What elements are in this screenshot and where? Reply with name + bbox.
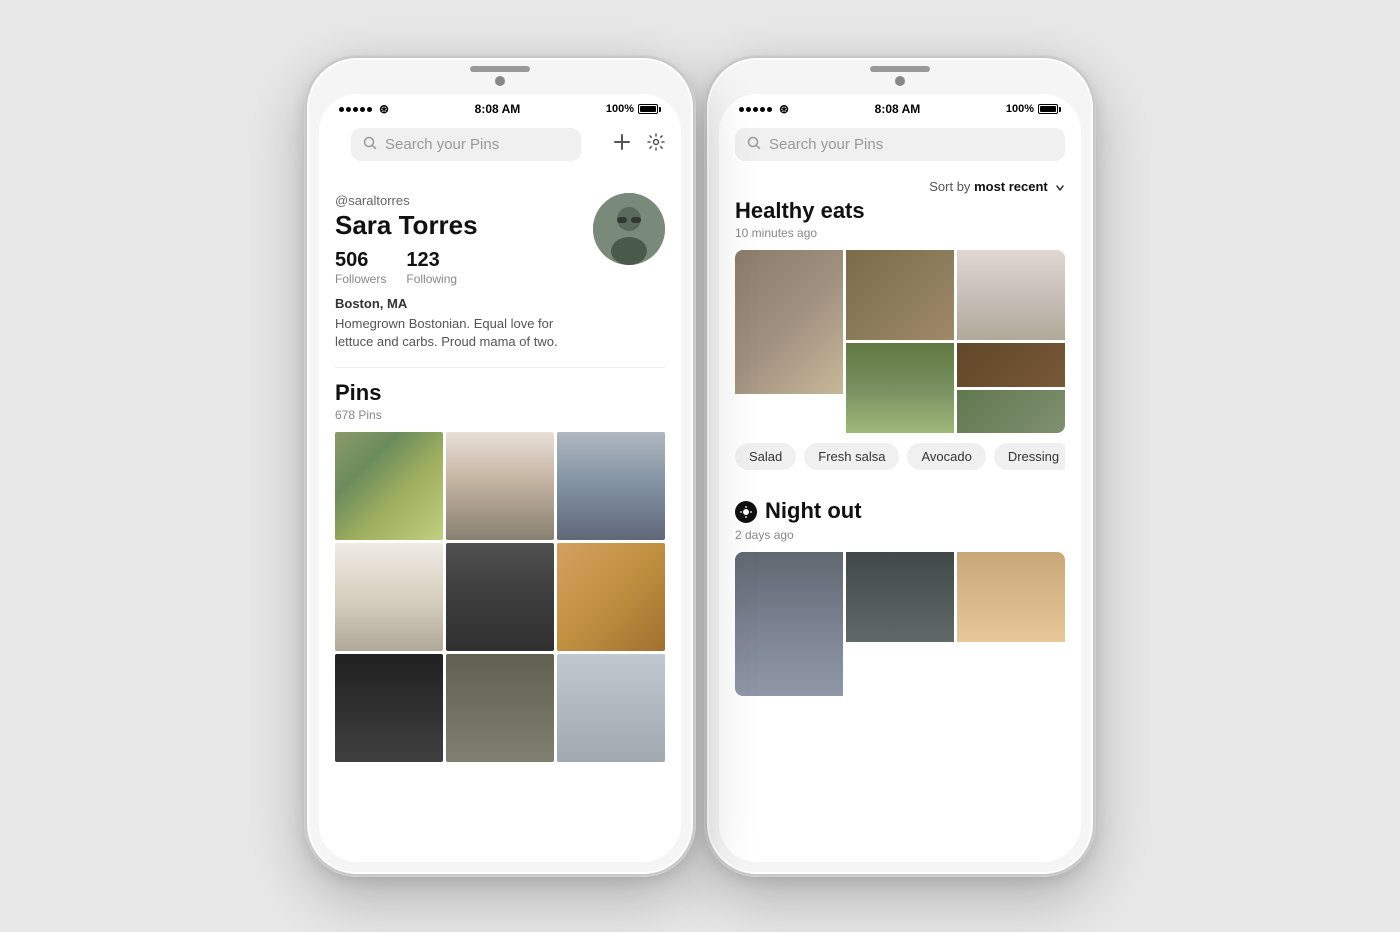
wifi-icon-2: ⊛ [779, 102, 789, 116]
night-img-1[interactable] [735, 552, 843, 696]
board-img-2[interactable] [846, 250, 954, 340]
status-bar-1: ⊛ 8:08 AM 100% [319, 94, 681, 120]
tag-salad[interactable]: Salad [735, 443, 796, 470]
battery-2: 100% [1006, 103, 1061, 115]
speaker-2 [870, 66, 930, 72]
board-2-time: 2 days ago [735, 528, 1065, 542]
battery-icon-2 [1038, 104, 1061, 114]
board-img-4[interactable] [846, 343, 954, 433]
user-handle: @saraltorres [335, 193, 593, 208]
battery-icon-1 [638, 104, 661, 114]
search-bar-2[interactable]: Search your Pins [735, 128, 1065, 161]
settings-button-1[interactable] [647, 133, 665, 157]
search-placeholder-2: Search your Pins [769, 136, 883, 153]
sort-label: Sort by most recent [929, 179, 1065, 194]
camera-2 [895, 76, 905, 86]
bio: Homegrown Bostonian. Equal love for lett… [335, 315, 593, 351]
pin-cell-4[interactable] [335, 543, 443, 651]
screen-2: ⊛ 8:08 AM 100% [719, 94, 1081, 862]
location: Boston, MA [335, 296, 593, 311]
pin-cell-6[interactable] [557, 543, 665, 651]
time-1: 8:08 AM [475, 102, 521, 116]
camera-1 [495, 76, 505, 86]
pin-cell-9[interactable] [557, 654, 665, 762]
full-name: Sara Torres [335, 210, 593, 241]
night-img-3[interactable] [957, 552, 1065, 642]
tag-fresh-salsa[interactable]: Fresh salsa [804, 443, 899, 470]
search-placeholder-1: Search your Pins [385, 136, 499, 153]
board-1-title[interactable]: Healthy eats [735, 198, 1065, 224]
board-1: Healthy eats 10 minutes ago [719, 198, 1081, 498]
night-title-row: Night out [735, 498, 1065, 526]
phones-container: ⊛ 8:08 AM 100% [305, 56, 1095, 876]
board-2-title[interactable]: Night out [765, 498, 862, 524]
status-left-2: ⊛ [739, 102, 789, 116]
phone-2: ⊛ 8:08 AM 100% [705, 56, 1095, 876]
profile-header: @saraltorres Sara Torres 506 Followers 1… [335, 193, 665, 351]
phone-1: ⊛ 8:08 AM 100% [305, 56, 695, 876]
night-img-2[interactable] [846, 552, 954, 642]
board-img-56[interactable] [957, 343, 1065, 433]
screen-1: ⊛ 8:08 AM 100% [319, 94, 681, 862]
board-1-time: 10 minutes ago [735, 226, 1065, 240]
board-img-1[interactable] [735, 250, 843, 394]
pin-cell-5[interactable] [446, 543, 554, 651]
pins-grid [335, 432, 665, 762]
speaker-1 [470, 66, 530, 72]
toolbar-1: Search your Pins [319, 120, 681, 177]
add-button-1[interactable] [613, 133, 631, 157]
avatar [593, 193, 665, 265]
board-2: Night out 2 days ago [719, 498, 1081, 722]
search-icon-2 [747, 136, 761, 153]
tag-dressing[interactable]: Dressing [994, 443, 1065, 470]
status-left-1: ⊛ [339, 102, 389, 116]
search-wrapper-2: Search your Pins [719, 120, 1081, 169]
phone-top-2 [707, 58, 1093, 86]
pin-cell-7[interactable] [335, 654, 443, 762]
sort-bar: Sort by most recent [719, 169, 1081, 198]
status-bar-2: ⊛ 8:08 AM 100% [719, 94, 1081, 120]
signal-2 [739, 107, 772, 112]
pin-cell-3[interactable] [557, 432, 665, 540]
time-2: 8:08 AM [875, 102, 921, 116]
search-icon-1 [363, 136, 377, 153]
followers-stat: 506 Followers [335, 249, 386, 286]
sort-value[interactable]: most recent [974, 179, 1048, 194]
battery-1: 100% [606, 103, 661, 115]
pin-cell-8[interactable] [446, 654, 554, 762]
divider-1 [335, 367, 665, 368]
profile-info: @saraltorres Sara Torres 506 Followers 1… [335, 193, 593, 351]
board-2-grid [735, 552, 1065, 696]
board-img-3[interactable] [957, 250, 1065, 340]
pins-title: Pins [335, 380, 665, 406]
night-icon [735, 501, 757, 523]
pin-cell-1[interactable] [335, 432, 443, 540]
following-stat: 123 Following [406, 249, 457, 286]
pin-cell-2[interactable] [446, 432, 554, 540]
profile-content-1: @saraltorres Sara Torres 506 Followers 1… [319, 177, 681, 862]
stats-row: 506 Followers 123 Following [335, 249, 593, 286]
search-bar-1[interactable]: Search your Pins [351, 128, 581, 161]
board-content: Sort by most recent Healthy eats 10 minu… [719, 169, 1081, 862]
pins-count: 678 Pins [335, 408, 665, 422]
tag-avocado[interactable]: Avocado [907, 443, 985, 470]
tag-pills-1: Salad Fresh salsa Avocado Dressing T [735, 443, 1065, 470]
phone-top-1 [307, 58, 693, 86]
board-1-grid [735, 250, 1065, 433]
signal-1 [339, 107, 372, 112]
wifi-icon-1: ⊛ [379, 102, 389, 116]
